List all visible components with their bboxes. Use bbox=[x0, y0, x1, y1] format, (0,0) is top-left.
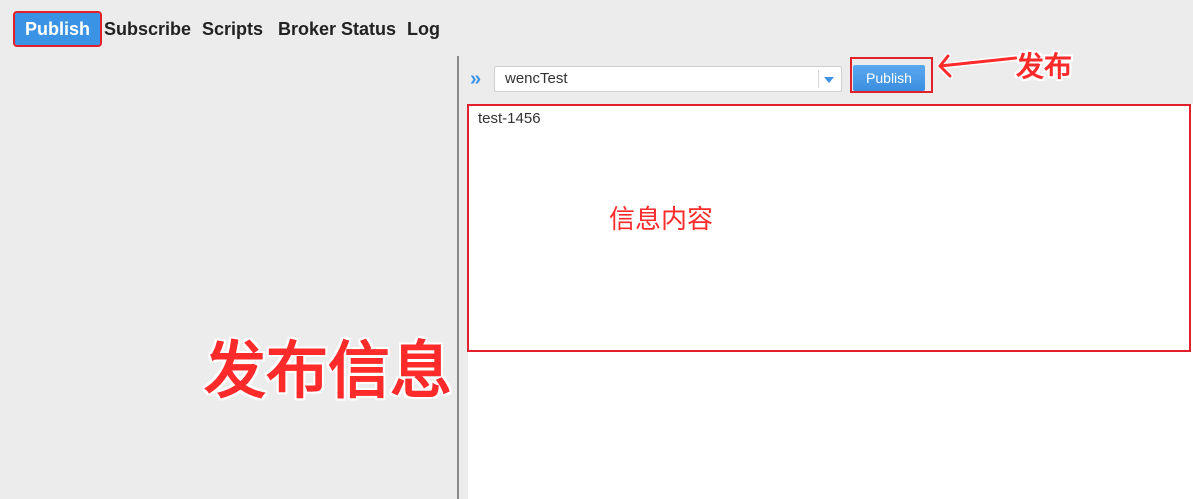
publish-button[interactable]: Publish bbox=[853, 65, 925, 91]
annotation-publish-label: 发布 bbox=[1016, 50, 1073, 83]
double-chevron-right-icon[interactable]: » bbox=[470, 68, 488, 90]
tab-publish[interactable]: Publish bbox=[12, 11, 103, 47]
caret-down-icon[interactable] bbox=[824, 77, 834, 83]
tab-broker-status[interactable]: Broker Status bbox=[278, 13, 396, 45]
select-separator bbox=[818, 70, 819, 88]
annotation-publish-info-label: 发布信息 bbox=[204, 334, 453, 407]
left-panel bbox=[0, 56, 457, 499]
message-textarea[interactable]: test-1456 bbox=[467, 104, 1191, 352]
pane-divider[interactable] bbox=[457, 56, 459, 499]
topic-select[interactable]: wencTest bbox=[494, 66, 842, 92]
message-text: test-1456 bbox=[478, 110, 541, 127]
tab-scripts[interactable]: Scripts bbox=[202, 13, 263, 45]
tab-log[interactable]: Log bbox=[407, 13, 440, 45]
topic-select-value: wencTest bbox=[505, 70, 568, 87]
annotation-arrow-icon bbox=[937, 53, 1018, 79]
top-nav-bar: Publish Subscribe Scripts Broker Status … bbox=[0, 0, 1193, 56]
annotation-message-content-label: 信息内容 bbox=[609, 205, 714, 235]
tab-subscribe[interactable]: Subscribe bbox=[104, 13, 191, 45]
